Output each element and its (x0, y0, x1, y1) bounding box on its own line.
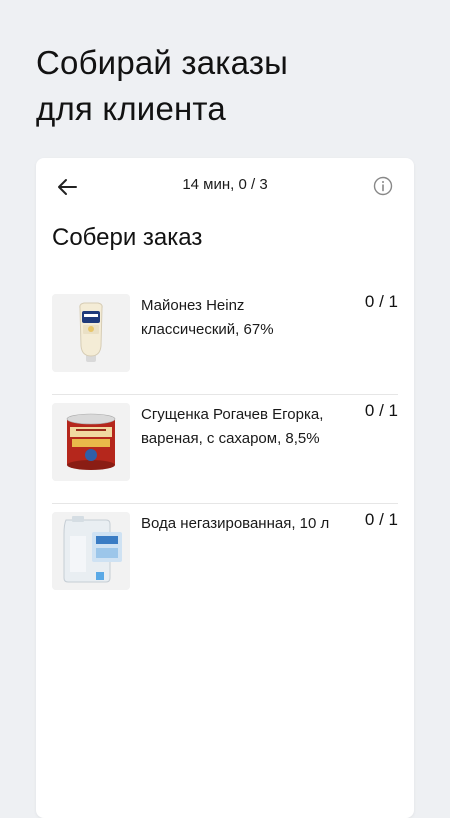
info-icon (373, 176, 393, 196)
product-image-water-canister (52, 512, 130, 590)
list-item[interactable]: Вода негазированная, 10 л 0 / 1 (52, 504, 398, 612)
product-name: Сгущенка Рогачев Егорка, вареная, с саха… (141, 406, 324, 447)
headline-line-1: Собирай заказы (36, 44, 289, 81)
promo-headline: Собирай заказы для клиента (36, 40, 288, 132)
product-name: Майонез Heinz классический, 67% (141, 297, 274, 338)
order-timer-progress: 14 мин, 0 / 3 (182, 176, 268, 193)
list-item[interactable]: Сгущенка Рогачев Егорка, вареная, с саха… (52, 395, 398, 504)
product-quantity: 0 / 1 (364, 292, 398, 311)
headline-line-2: для клиента (36, 90, 226, 127)
product-quantity: 0 / 1 (364, 401, 398, 420)
info-button[interactable] (372, 175, 394, 197)
product-name: Вода негазированная, 10 л (141, 515, 330, 532)
section-title: Собери заказ (52, 224, 203, 251)
product-image-mayonnaise (52, 294, 130, 372)
product-image-condensed-milk (52, 403, 130, 481)
order-items-list: Майонез Heinz классический, 67% 0 / 1 Сг… (52, 286, 398, 612)
order-card: 14 мин, 0 / 3 Собери заказ Майонез Heinz… (36, 158, 414, 818)
product-quantity: 0 / 1 (364, 510, 398, 529)
list-item[interactable]: Майонез Heinz классический, 67% 0 / 1 (52, 286, 398, 395)
order-topbar: 14 мин, 0 / 3 (36, 158, 414, 214)
